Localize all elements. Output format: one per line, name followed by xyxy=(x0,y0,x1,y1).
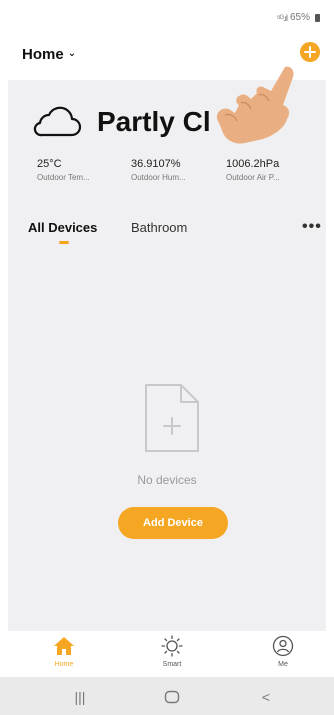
empty-document-icon xyxy=(145,384,199,452)
battery-icon xyxy=(315,13,320,22)
more-icon[interactable]: ••• xyxy=(302,218,322,236)
weather-stat-humidity: 36.9107% Outdoor Hum... xyxy=(131,158,221,182)
add-icon[interactable] xyxy=(300,42,320,62)
nav-label: Me xyxy=(278,661,288,668)
stat-label: Outdoor Air P... xyxy=(226,173,280,182)
nav-smart[interactable]: Smart xyxy=(142,634,202,668)
stat-value: 36.9107% xyxy=(131,158,181,170)
home-selector[interactable]: Home ⌄ xyxy=(22,46,76,63)
add-device-button[interactable]: Add Device xyxy=(118,507,228,539)
nav-home[interactable]: Home xyxy=(34,634,94,668)
chevron-down-icon: ⌄ xyxy=(67,48,77,59)
back-button[interactable]: < xyxy=(256,688,276,706)
stat-label: Outdoor Tem... xyxy=(37,173,90,182)
tab-bathroom[interactable]: Bathroom xyxy=(131,220,187,235)
stat-value: 1006.2hPa xyxy=(226,158,280,170)
stat-value: 25°C xyxy=(37,158,62,170)
empty-state-text: No devices xyxy=(137,473,197,487)
nav-me[interactable]: Me xyxy=(253,634,313,668)
recent-apps-button[interactable]: ||| xyxy=(70,688,90,706)
system-home-button[interactable] xyxy=(162,688,182,706)
pointing-hand-icon xyxy=(216,66,294,144)
nav-label: Home xyxy=(54,661,74,668)
stat-label: Outdoor Hum... xyxy=(131,173,186,182)
profile-icon xyxy=(253,634,313,658)
weather-stat-temperature: 25°C Outdoor Tem... xyxy=(37,158,127,182)
home-title: Home xyxy=(22,46,64,63)
weather-stat-pressure: 1006.2hPa Outdoor Air P... xyxy=(226,158,316,182)
sun-icon xyxy=(142,634,202,658)
home-icon xyxy=(34,634,94,658)
status-icons: ⁵ᴳ.ıl 65% xyxy=(277,12,320,23)
battery-level: 65% xyxy=(289,12,310,23)
cloud-icon xyxy=(33,106,82,137)
signal-icon: ⁵ᴳ.ıl xyxy=(276,12,288,23)
tab-all-devices[interactable]: All Devices xyxy=(28,220,97,235)
weather-condition: Partly Cl xyxy=(97,106,211,137)
status-bar: ⁵ᴳ.ıl 65% xyxy=(0,0,334,34)
tab-indicator xyxy=(59,241,69,244)
nav-label: Smart xyxy=(162,661,182,668)
